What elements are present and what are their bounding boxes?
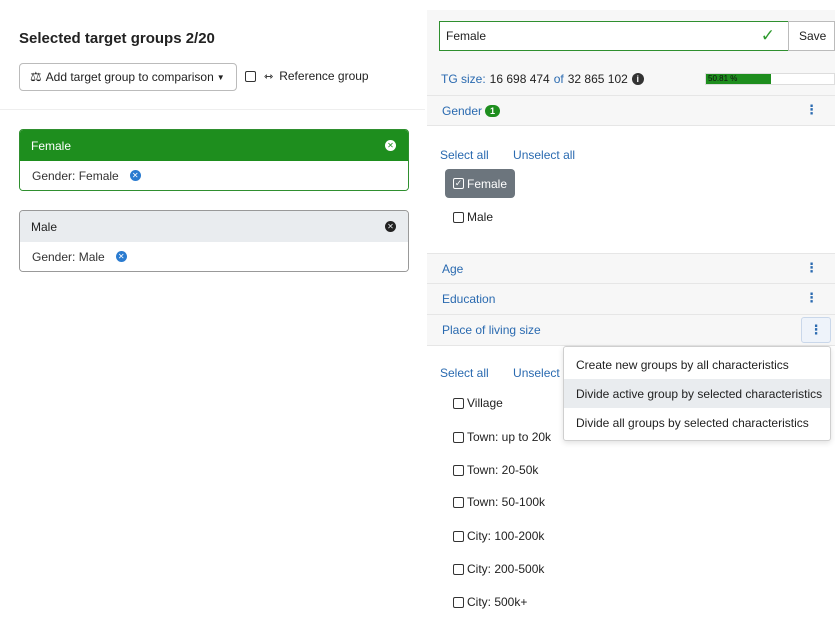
tg-size-summary: TG size: 16 698 474 of 32 865 102 i: [441, 72, 644, 86]
section-gender[interactable]: Gender 1 ⋮: [427, 95, 835, 125]
option-town-20-50k[interactable]: Town: 20-50k: [453, 463, 538, 477]
checkbox[interactable]: [453, 563, 464, 575]
kebab-menu-icon[interactable]: ⋮: [805, 261, 818, 274]
option-label: City: 100-200k: [467, 529, 545, 543]
characteristics-dropdown-menu: Create new groups by all characteristics…: [563, 346, 831, 441]
kebab-menu-icon[interactable]: ⋮: [805, 291, 818, 304]
section-education[interactable]: Education ⋮: [427, 283, 835, 313]
tg-size-of: of: [553, 72, 564, 86]
reference-icon: ⇿: [264, 70, 274, 83]
option-city-500k-plus[interactable]: City: 500k+: [453, 595, 527, 609]
kebab-menu-icon[interactable]: ⋮: [805, 103, 818, 116]
progress-fill: 50.81 %: [706, 74, 772, 84]
filter-label: Gender: Female: [32, 168, 119, 183]
reference-group-checkbox[interactable]: [245, 70, 256, 82]
selected-count-badge: 1: [485, 104, 501, 117]
unselect-all-link[interactable]: Unselect a: [513, 366, 570, 380]
unselect-all-link[interactable]: Unselect all: [513, 148, 575, 162]
tg-size-current: 16 698 474: [489, 72, 550, 86]
section-age-label: Age: [442, 261, 464, 276]
checkbox[interactable]: [453, 496, 464, 508]
checkbox[interactable]: [453, 530, 464, 542]
section-age[interactable]: Age ⋮: [427, 253, 835, 283]
checkmark-icon: ✓: [760, 26, 775, 45]
gender-select-links: Select all Unselect all: [440, 148, 596, 162]
section-education-label: Education: [442, 291, 496, 306]
remove-filter-icon[interactable]: ✕: [115, 251, 127, 262]
menu-item-create-new-groups[interactable]: Create new groups by all characteristics: [564, 350, 830, 379]
scale-icon: ⚖: [30, 69, 42, 84]
select-all-link[interactable]: Select all: [440, 366, 489, 380]
target-group-card-female[interactable]: Female ✕ Gender: Female ✕: [19, 129, 409, 191]
option-town-up-to-20k[interactable]: Town: up to 20k: [453, 430, 551, 444]
option-label: Female: [467, 176, 508, 191]
target-group-card-male[interactable]: Male ✕ Gender: Male ✕: [19, 210, 409, 272]
gender-options-panel: Select all Unselect all ✓ Female Male: [427, 125, 835, 253]
remove-group-icon[interactable]: ✕: [385, 140, 396, 151]
option-town-50-100k[interactable]: Town: 50-100k: [453, 495, 545, 509]
checkbox-checked-icon[interactable]: ✓: [453, 178, 464, 189]
menu-item-divide-all-groups[interactable]: Divide all groups by selected characteri…: [564, 408, 830, 437]
target-group-header[interactable]: Male ✕: [20, 211, 408, 242]
tg-size-prefix: TG size:: [441, 72, 486, 86]
select-all-link[interactable]: Select all: [440, 148, 489, 162]
checkbox[interactable]: [453, 397, 464, 409]
option-label: City: 500k+: [467, 595, 528, 609]
option-female[interactable]: ✓ Female: [445, 169, 516, 198]
target-group-filter: Gender: Male ✕: [20, 242, 408, 271]
option-city-200-500k[interactable]: City: 200-500k: [453, 562, 544, 576]
reference-group-label: Reference group: [279, 69, 369, 83]
option-label: Town: up to 20k: [467, 430, 552, 444]
caret-down-icon: ▼: [216, 72, 225, 82]
reference-group-toggle[interactable]: ⇿ Reference group: [245, 69, 369, 83]
option-label: Male: [467, 210, 494, 224]
target-groups-panel: Selected target groups 2/20 ⚖ Add target…: [0, 0, 425, 621]
target-group-header[interactable]: Female ✕: [20, 130, 408, 161]
remove-group-icon[interactable]: ✕: [385, 221, 396, 232]
target-groups-header: Selected target groups 2/20 ⚖ Add target…: [0, 0, 425, 110]
option-male[interactable]: Male: [453, 210, 493, 224]
option-label: Town: 50-100k: [467, 495, 546, 509]
checkbox[interactable]: [453, 211, 464, 223]
target-group-filter: Gender: Female ✕: [20, 161, 408, 190]
section-place-label: Place of living size: [442, 322, 541, 337]
add-target-group-label: Add target group to comparison: [45, 70, 214, 84]
tg-size-progress-bar: 50.81 %: [705, 73, 835, 85]
checkbox[interactable]: [453, 431, 464, 443]
section-gender-label: Gender: [442, 103, 483, 118]
target-group-name: Female: [31, 138, 72, 153]
info-icon[interactable]: i: [631, 73, 644, 85]
kebab-menu-button[interactable]: ⋮: [801, 317, 831, 343]
option-city-100-200k[interactable]: City: 100-200k: [453, 529, 544, 543]
add-target-group-button[interactable]: ⚖ Add target group to comparison ▼: [19, 63, 237, 91]
section-place-of-living-size[interactable]: Place of living size ⋮: [427, 314, 835, 344]
save-button[interactable]: Save: [788, 21, 835, 51]
tg-size-total: 32 865 102: [567, 72, 628, 86]
remove-filter-icon[interactable]: ✕: [129, 170, 141, 181]
menu-item-divide-active-group[interactable]: Divide active group by selected characte…: [564, 379, 830, 408]
filter-label: Gender: Male: [32, 249, 105, 264]
checkbox[interactable]: [453, 464, 464, 476]
option-label: Village: [467, 396, 503, 410]
option-label: Town: 20-50k: [467, 463, 539, 477]
checkbox[interactable]: [453, 596, 464, 608]
page-title: Selected target groups 2/20: [19, 30, 215, 47]
target-group-name: Male: [31, 219, 58, 234]
group-editor-panel: Female ✓ Save TG size: 16 698 474 of 32 …: [427, 10, 835, 621]
option-label: City: 200-500k: [467, 562, 545, 576]
group-name-input[interactable]: Female ✓: [439, 21, 789, 51]
option-village[interactable]: Village: [453, 396, 503, 410]
group-name-value: Female: [446, 29, 487, 43]
